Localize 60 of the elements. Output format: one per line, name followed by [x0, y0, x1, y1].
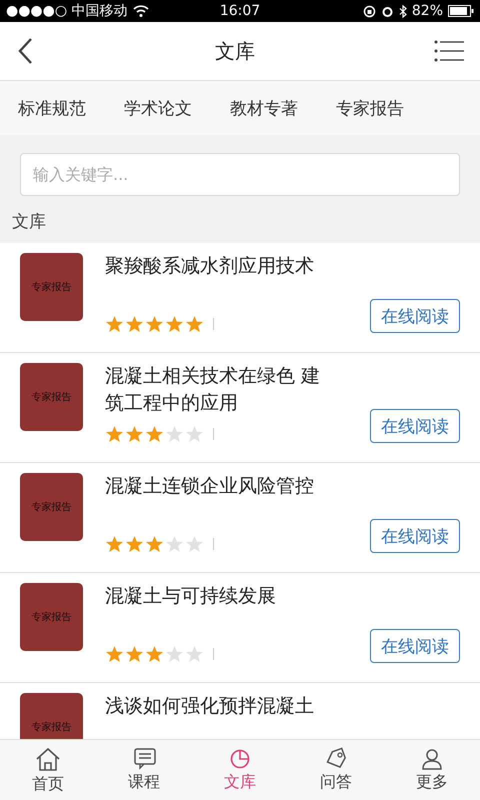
star-icon [125, 315, 144, 333]
category-tab[interactable]: 教材专著 [230, 92, 298, 124]
star-icon [105, 535, 124, 553]
document-title[interactable]: 混凝土连锁企业风险管控 [105, 473, 325, 527]
menu-icon[interactable] [434, 39, 464, 63]
document-cover: 专家报告 [20, 253, 83, 321]
document-cover: 专家报告 [20, 363, 83, 431]
message-icon [132, 747, 156, 771]
star-icon [185, 645, 204, 663]
document-title[interactable]: 混凝土相关技术在绿色 建筑工程中的应用 [105, 363, 325, 417]
star-icon [165, 535, 184, 553]
document-cover: 专家报告 [20, 583, 83, 651]
star-icon [145, 315, 164, 333]
search-field[interactable]: 输入关键字... [20, 153, 460, 196]
document-title[interactable]: 混凝土与可持续发展 [105, 583, 325, 637]
tab-bar-item[interactable]: 首页 [0, 740, 96, 800]
star-icon [125, 535, 144, 553]
category-tab[interactable]: 专家报告 [336, 92, 404, 124]
read-online-button[interactable]: 在线阅读 [370, 409, 460, 443]
star-icon [125, 645, 144, 663]
alarm-icon [380, 4, 394, 18]
star-icon [165, 315, 184, 333]
tag-icon [324, 747, 348, 771]
star-icon [165, 425, 184, 443]
person-icon [420, 747, 444, 771]
document-cover: 专家报告 [20, 693, 83, 739]
star-icon [185, 315, 204, 333]
category-tab[interactable]: 学术论文 [124, 92, 192, 124]
clock-text: 16:07 [220, 3, 260, 19]
battery-text: 82% [412, 3, 444, 19]
tab-bar-item[interactable]: 问答 [288, 740, 384, 800]
page-title: 文库 [215, 38, 255, 64]
read-online-button[interactable]: 在线阅读 [370, 299, 460, 333]
category-tab[interactable]: 标准规范 [18, 92, 86, 124]
star-icon [105, 425, 124, 443]
home-icon [34, 746, 62, 772]
star-icon [145, 645, 164, 663]
star-icon [105, 315, 124, 333]
star-icon [185, 535, 204, 553]
tab-bar-item[interactable]: 更多 [384, 740, 480, 800]
rotation-lock-icon [362, 4, 376, 18]
pie-chart-icon [228, 747, 252, 771]
tab-bar-item[interactable]: 课程 [96, 740, 192, 800]
star-icon [125, 425, 144, 443]
star-icon [105, 645, 124, 663]
read-online-button[interactable]: 在线阅读 [370, 519, 460, 553]
wifi-icon [132, 5, 149, 17]
bluetooth-icon [398, 4, 407, 18]
star-icon [165, 645, 184, 663]
document-title[interactable]: 浅谈如何强化预拌混凝土 [105, 693, 325, 739]
document-title[interactable]: 聚羧酸系减水剂应用技术 [105, 253, 325, 307]
read-online-button[interactable]: 在线阅读 [370, 629, 460, 663]
tab-bar-item[interactable]: 文库 [192, 740, 288, 800]
battery-icon [448, 5, 474, 17]
document-cover: 专家报告 [20, 473, 83, 541]
carrier-text: ●●●●○ 中国移动 [6, 2, 128, 20]
star-icon [185, 425, 204, 443]
star-icon [145, 535, 164, 553]
star-icon [145, 425, 164, 443]
section-title: 文库 [11, 211, 47, 234]
